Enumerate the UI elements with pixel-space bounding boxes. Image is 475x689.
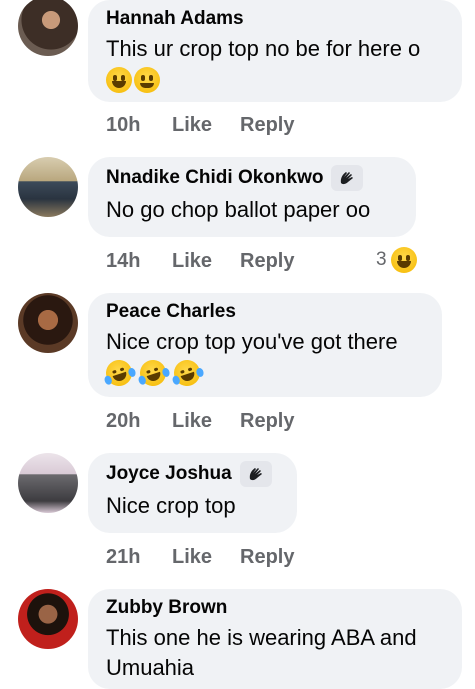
comment-text: This one he is wearing ABA and Umuahia: [106, 625, 417, 680]
comment-actions: 10h Like Reply: [106, 114, 294, 137]
comment-actions: 14h Like Reply: [106, 250, 294, 273]
commenter-name[interactable]: Peace Charles: [106, 301, 424, 323]
commenter-name[interactable]: Hannah Adams: [106, 8, 444, 30]
reply-button[interactable]: Reply: [240, 114, 294, 137]
avatar[interactable]: [18, 157, 78, 217]
haha-reaction-icon: [390, 247, 417, 273]
comment-text: This ur crop top no be for here o: [106, 34, 444, 94]
reaction-count: 3: [376, 249, 387, 270]
avatar[interactable]: [18, 293, 78, 353]
timestamp[interactable]: 14h: [106, 250, 166, 273]
rofl-emoji: [102, 356, 137, 390]
comment-text: Nice crop top: [106, 493, 236, 518]
comment-bubble: Hannah Adams This ur crop top no be for …: [88, 0, 462, 102]
comment-bubble: Peace Charles Nice crop top you've got t…: [88, 293, 442, 397]
comment-actions: 21h Like Reply: [106, 546, 294, 569]
like-button[interactable]: Like: [172, 250, 240, 273]
avatar[interactable]: [18, 453, 78, 513]
comment-bubble: Joyce Joshua Nice crop top: [88, 453, 297, 533]
rofl-emoji: [136, 356, 171, 390]
rofl-emoji: [170, 356, 205, 390]
avatar[interactable]: [18, 0, 78, 56]
like-button[interactable]: Like: [172, 410, 240, 433]
timestamp[interactable]: 10h: [106, 114, 166, 137]
reply-button[interactable]: Reply: [240, 546, 294, 569]
avatar[interactable]: [18, 589, 78, 649]
top-fan-badge-icon: [239, 461, 272, 487]
commenter-name[interactable]: Joyce Joshua: [106, 461, 279, 487]
commenter-name[interactable]: Nnadike Chidi Okonkwo: [106, 165, 398, 191]
grin-emoji: [106, 67, 132, 94]
timestamp[interactable]: 21h: [106, 546, 166, 569]
commenter-name[interactable]: Zubby Brown: [106, 597, 444, 619]
like-button[interactable]: Like: [172, 546, 240, 569]
comment-actions: 20h Like Reply: [106, 410, 294, 433]
like-button[interactable]: Like: [172, 114, 240, 137]
top-fan-badge-icon: [331, 165, 364, 191]
smile-emoji: [134, 67, 160, 94]
reply-button[interactable]: Reply: [240, 410, 294, 433]
reply-button[interactable]: Reply: [240, 250, 294, 273]
timestamp[interactable]: 20h: [106, 410, 166, 433]
reaction-summary[interactable]: 3: [376, 247, 419, 273]
comment-text: Nice crop top you've got there: [102, 327, 424, 390]
comment-text: No go chop ballot paper oo: [106, 197, 371, 222]
comment-bubble: Nnadike Chidi Okonkwo No go chop ballot …: [88, 157, 416, 237]
comment-bubble: Zubby Brown This one he is wearing ABA a…: [88, 589, 462, 689]
